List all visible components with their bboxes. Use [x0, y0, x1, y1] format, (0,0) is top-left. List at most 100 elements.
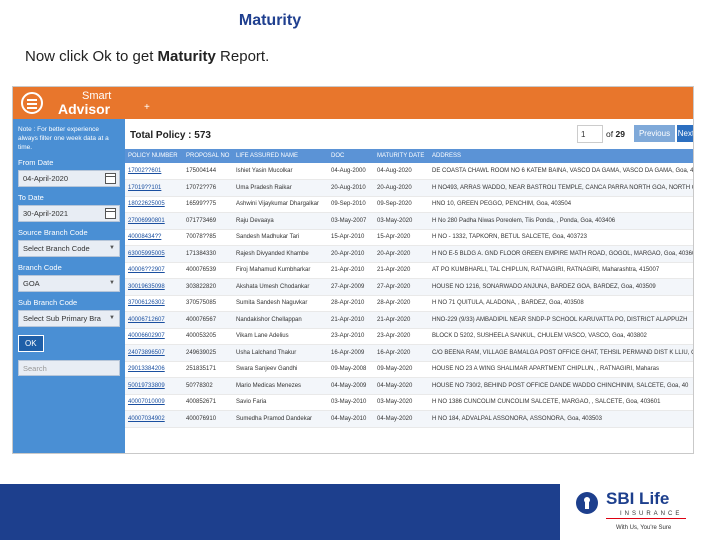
table-body: 17002??601 175004144 Ishiet Yasin Mucolkar… [125, 163, 693, 428]
table-cell: 23-Apr-2010 [328, 328, 374, 345]
previous-button[interactable]: Previous [634, 125, 675, 142]
source-branch-select[interactable]: Select Branch Code ▼ [18, 240, 120, 257]
from-date-label: From Date [18, 158, 54, 167]
table-cell: 23-Apr-2020 [374, 328, 429, 345]
brand-name: SBI Life [606, 489, 670, 508]
policy-number-link[interactable]: 17019??101 [125, 179, 183, 197]
table-cell: H NO - 1332, TAPKORN, BETUL SALCETE, Goa… [429, 229, 693, 246]
table-cell: 27-Apr-2020 [374, 278, 429, 296]
policy-number-link[interactable]: 63005995005 [125, 245, 183, 263]
to-date-field[interactable]: 30-April-2021 [18, 205, 120, 222]
from-date-field[interactable]: 04-April-2020 [18, 170, 120, 187]
source-branch-label: Source Branch Code [18, 228, 88, 237]
table-cell: 28-Apr-2020 [374, 295, 429, 312]
policy-number-link[interactable]: 24073896507 [125, 344, 183, 362]
total-pages: 29 [615, 129, 625, 139]
policy-number-link[interactable]: 40007034902 [125, 410, 183, 428]
table-row: 40007034902 400076910 Sumedha Pramod Dande… [125, 410, 693, 428]
table-cell: 03-May-2020 [374, 212, 429, 230]
chevron-down-icon: ▼ [109, 315, 115, 321]
table-cell: 400076567 [183, 311, 233, 329]
calendar-icon[interactable] [105, 208, 116, 219]
to-date-value: 30-April-2021 [23, 209, 69, 218]
brand-tagline: With Us, You're Sure [616, 525, 672, 531]
next-button[interactable]: Next [677, 125, 693, 142]
policy-number-link[interactable]: 27006990801 [125, 212, 183, 230]
table-cell: H NO 184, ADVALPAL ASSONORA, ASSONORA, G… [429, 410, 693, 428]
table-cell: Ishiet Yasin Mucolkar [233, 163, 328, 180]
policy-number-link[interactable]: 40007010009 [125, 394, 183, 411]
policy-number-link[interactable]: 40006712607 [125, 311, 183, 329]
table-cell: 400076910 [183, 410, 233, 428]
table-cell: 21-Apr-2020 [374, 262, 429, 279]
column-header[interactable]: ADDRESS [429, 149, 693, 163]
table-cell: 09-May-2020 [374, 361, 429, 378]
column-header[interactable]: POLICY NUMBER [125, 149, 183, 163]
from-date-value: 04-April-2020 [23, 174, 69, 183]
branch-code-select[interactable]: GOA ▼ [18, 275, 120, 292]
table-cell: 21-Apr-2010 [328, 311, 374, 329]
policy-number-link[interactable]: 29013384206 [125, 361, 183, 378]
calendar-icon[interactable] [105, 173, 116, 184]
table-cell: 28-Apr-2010 [328, 295, 374, 312]
table-cell: Vikam Lane Adelius [233, 328, 328, 345]
table-cell: 09-Sep-2020 [374, 196, 429, 213]
branch-code-label: Branch Code [18, 263, 62, 272]
search-input[interactable]: Search [18, 360, 120, 376]
table-row: 24073896507 249639025 Usha Lalchand Thakur… [125, 344, 693, 362]
table-cell: AT PO KUMBHARLI, TAL CHIPLUN, RATNAGIRI,… [429, 262, 693, 279]
total-policy-count: Total Policy : 573 [130, 130, 211, 141]
table-cell: 251835171 [183, 361, 233, 378]
source-branch-value: Select Branch Code [23, 244, 90, 253]
table-cell: 20-Aug-2020 [374, 179, 429, 197]
top-bar: Smart Advisor + [13, 87, 693, 119]
table-cell: 16-Apr-2020 [374, 344, 429, 362]
policy-number-link[interactable]: 17002??601 [125, 163, 183, 180]
sub-branch-select[interactable]: Select Sub Primary Bra ▼ [18, 310, 120, 327]
table-cell: 20-Apr-2020 [374, 245, 429, 263]
table-cell: HNO-229 (9/33) AMBADIPIL NEAR SNDP-P SCH… [429, 311, 693, 329]
table-row: 40006602907 400053205 Vikam Lane Adelius 23… [125, 328, 693, 345]
policy-number-link[interactable]: 40006??2907 [125, 262, 183, 279]
ok-button[interactable]: OK [18, 335, 44, 352]
column-header[interactable]: MATURITY DATE [374, 149, 429, 163]
instruction-bold: Maturity [157, 48, 216, 65]
policy-number-link[interactable]: 30019635098 [125, 278, 183, 296]
table-cell: Raju Devaaya [233, 212, 328, 230]
table-cell: 09-May-2008 [328, 361, 374, 378]
table-cell: 03-May-2010 [328, 394, 374, 411]
page-number-input[interactable]: 1 [577, 125, 603, 143]
table-cell: 21-Apr-2010 [328, 262, 374, 279]
hamburger-menu-icon[interactable] [21, 92, 43, 114]
sbi-life-logo: SBI Life INSURANCE With Us, You're Sure [560, 484, 720, 540]
chevron-down-icon: ▼ [109, 245, 115, 251]
policy-number-link[interactable]: 40006602907 [125, 328, 183, 345]
slide: Maturity Now click Ok to get Maturity Re… [0, 0, 720, 540]
policy-number-link[interactable]: 37006126302 [125, 295, 183, 312]
column-header[interactable]: DOC [328, 149, 374, 163]
table-cell: 400076539 [183, 262, 233, 279]
slide-instruction: Now click Ok to get Maturity Report. [25, 48, 269, 65]
table-cell: Sandesh Madhukar Tari [233, 229, 328, 246]
table-row: 30019635098 303822820 Akshata Umesh Chodan… [125, 278, 693, 296]
table-cell: 303822820 [183, 278, 233, 296]
branch-code-value: GOA [23, 279, 40, 288]
app-screenshot: Smart Advisor + Note : For better experi… [12, 86, 694, 454]
filter-note: Note : For better experience always filt… [18, 126, 109, 151]
table-cell: 400852671 [183, 394, 233, 411]
table-row: 18022625005 16599??75 Ashwini Vijaykumar D… [125, 196, 693, 213]
table-cell: 17072??76 [183, 179, 233, 197]
page-of-label: of 29 [606, 129, 625, 139]
table-cell: 400053205 [183, 328, 233, 345]
table-cell: H NO 71 QUITULA, ALADONA, , BARDEZ, Goa,… [429, 295, 693, 312]
table-cell: H No 280 Padha Niwas Poreolem, Tiis Pond… [429, 212, 693, 230]
policy-number-link[interactable]: 50019733809 [125, 377, 183, 395]
table-row: 29013384206 251835171 Swara Sanjeev Gandhi… [125, 361, 693, 378]
policy-number-link[interactable]: 40008434?? [125, 229, 183, 246]
column-header[interactable]: PROPOSAL NO [183, 149, 233, 163]
table-cell: 27-Apr-2009 [328, 278, 374, 296]
policy-number-link[interactable]: 18022625005 [125, 196, 183, 213]
table-cell: H NO493, ARRAS WADDO, NEAR BASTROLI TEMP… [429, 179, 693, 197]
column-header[interactable]: LIFE ASSURED NAME [233, 149, 328, 163]
table-row: 40008434?? 70078??85 Sandesh Madhukar Tari… [125, 229, 693, 246]
